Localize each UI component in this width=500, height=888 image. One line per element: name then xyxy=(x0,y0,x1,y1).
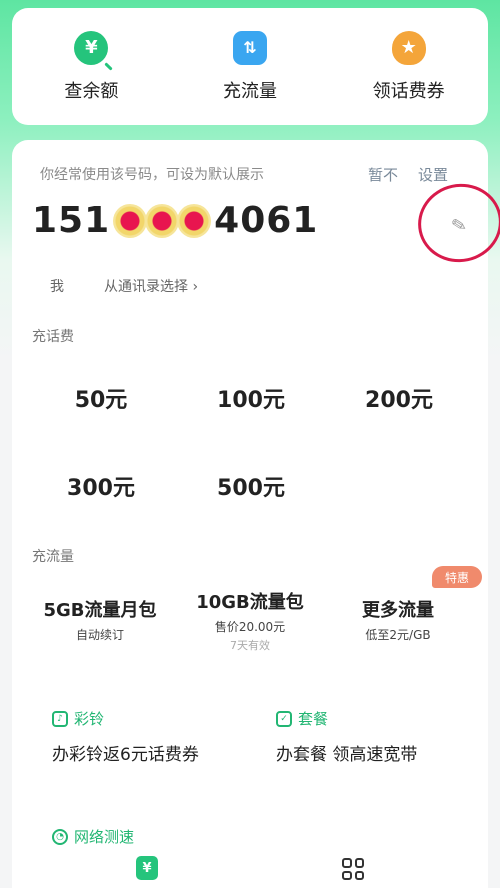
edit-pencil-icon[interactable]: ✎ xyxy=(450,214,469,238)
bottom-tab-bar: ¥ xyxy=(0,852,500,888)
mask-flower-icon xyxy=(177,203,212,238)
set-default-button[interactable]: 设置 xyxy=(418,164,448,185)
number-owner-label: 我 xyxy=(50,279,64,295)
check-balance-button[interactable]: ¥ 查余额 xyxy=(21,30,161,103)
recharge-tab-icon[interactable]: ¥ xyxy=(136,856,158,880)
ringtone-title-label: 彩铃 xyxy=(74,710,105,728)
quick-actions-card: ¥ 查余额 ⇅ 充流量 ★ 领话费券 xyxy=(12,8,488,125)
special-offer-badge: 特惠 xyxy=(432,566,482,588)
get-coupon-label: 领话费券 xyxy=(372,80,445,102)
coupon-bag-icon: ★ xyxy=(391,30,426,65)
data-transfer-icon: ⇅ xyxy=(232,30,267,65)
speed-test-feature-title[interactable]: ◔ 网络测速 xyxy=(52,826,134,847)
plan-feature-title[interactable]: ✓ 套餐 xyxy=(276,708,328,729)
data-section-title: 充流量 xyxy=(32,549,74,565)
speed-test-icon: ◔ xyxy=(52,828,68,845)
pick-from-contacts-link[interactable]: 从通讯录选择 › xyxy=(104,276,198,296)
plan-title-label: 套餐 xyxy=(298,710,329,728)
phone-suffix: 4061 xyxy=(214,200,319,241)
amount-option[interactable]: 500元 xyxy=(186,470,316,502)
check-balance-label: 查余额 xyxy=(64,80,119,102)
data-pack-sub: 低至2元/GB xyxy=(365,628,431,642)
package-check-icon: ✓ xyxy=(276,710,292,727)
default-number-hint: 你经常使用该号码，可设为默认展示 xyxy=(40,167,264,183)
data-pack-option[interactable]: 10GB流量包 售价20.00元 7天有效 xyxy=(180,588,320,653)
balance-search-icon: ¥ xyxy=(74,30,109,65)
amount-option[interactable]: 100元 xyxy=(186,382,316,414)
recharge-data-button[interactable]: ⇅ 充流量 xyxy=(180,30,320,103)
amount-option[interactable]: 300元 xyxy=(36,470,166,502)
recharge-main-card: 你经常使用该号码，可设为默认展示 暂不 设置 151 4061 ✎ 我 从通讯录… xyxy=(12,140,500,888)
data-pack-name: 5GB流量月包 xyxy=(43,600,157,621)
ringtone-feature-title[interactable]: ♪ 彩铃 xyxy=(52,708,104,729)
data-pack-validity: 7天有效 xyxy=(230,639,270,652)
speed-test-title-label: 网络测速 xyxy=(74,828,135,846)
data-pack-option[interactable]: 5GB流量月包 自动续订 xyxy=(30,596,170,643)
phone-mask-sticker xyxy=(113,203,212,238)
plan-feature-desc[interactable]: 办套餐 领高速宽带 xyxy=(276,740,417,765)
data-pack-sub: 售价20.00元 xyxy=(214,620,286,634)
amount-option[interactable]: 50元 xyxy=(36,382,166,414)
ringtone-feature-desc[interactable]: 办彩铃返6元话费券 xyxy=(52,740,199,765)
edit-annotation-circle: ✎ xyxy=(410,176,500,270)
get-coupon-button[interactable]: ★ 领话费券 xyxy=(339,30,479,103)
services-grid-icon[interactable] xyxy=(342,858,364,880)
recharge-data-label: 充流量 xyxy=(222,80,277,102)
not-now-button[interactable]: 暂不 xyxy=(368,164,398,185)
data-pack-name: 更多流量 xyxy=(362,600,434,621)
mask-flower-icon xyxy=(145,203,180,238)
phone-number[interactable]: 151 4061 xyxy=(32,200,318,241)
recharge-section-title: 充话费 xyxy=(32,329,74,345)
mask-flower-icon xyxy=(113,203,148,238)
data-pack-option[interactable]: 更多流量 低至2元/GB xyxy=(328,596,468,643)
music-note-icon: ♪ xyxy=(52,710,68,727)
data-pack-sub: 自动续订 xyxy=(75,628,124,642)
amount-option[interactable]: 200元 xyxy=(334,382,464,414)
phone-prefix: 151 xyxy=(32,200,111,241)
data-pack-name: 10GB流量包 xyxy=(196,592,304,613)
